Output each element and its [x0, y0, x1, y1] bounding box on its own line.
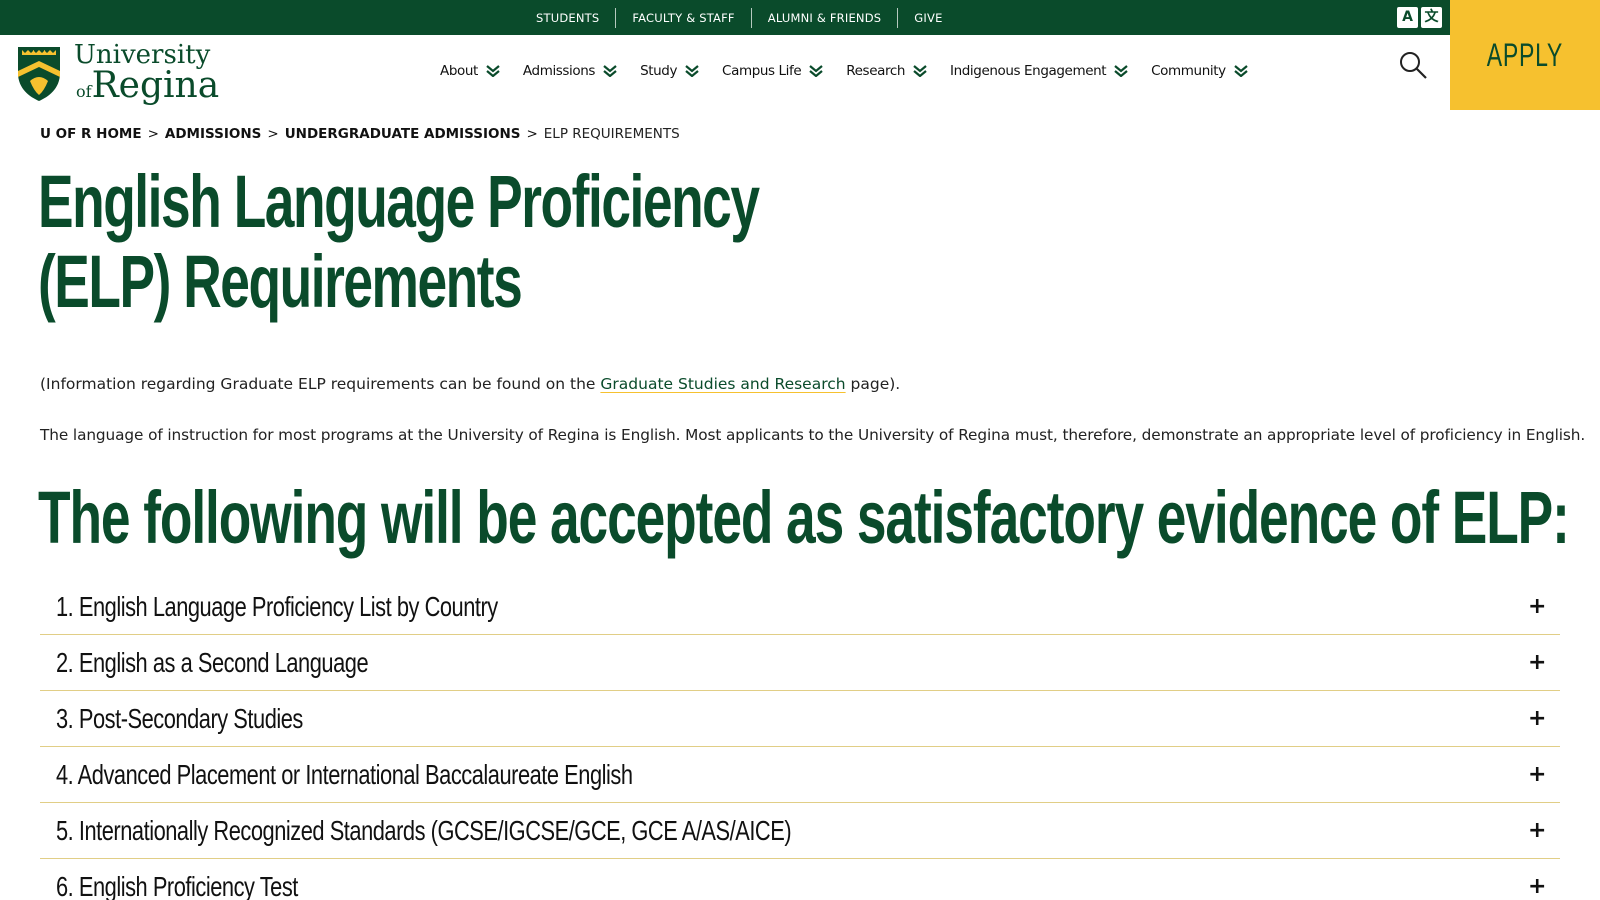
breadcrumb-home[interactable]: U OF R HOME [40, 126, 142, 142]
double-chevron-down-icon [1233, 65, 1248, 77]
plus-icon: + [1528, 650, 1547, 675]
page-title: English Language Proficiency (ELP) Requi… [38, 160, 760, 323]
translate-icon[interactable]: A文 [1397, 7, 1443, 28]
accordion-title: 3. Post-Secondary Studies [56, 702, 303, 734]
utility-link-students[interactable]: STUDENTS [528, 8, 615, 28]
accordion-title: 5. Internationally Recognized Standards … [56, 814, 792, 846]
plus-icon: + [1528, 762, 1547, 787]
breadcrumb-undergraduate-admissions[interactable]: UNDERGRADUATE ADMISSIONS [285, 126, 521, 142]
breadcrumb-admissions[interactable]: ADMISSIONS [165, 126, 261, 142]
accordion-item-ap-ib[interactable]: 4. Advanced Placement or International B… [40, 747, 1560, 803]
search-icon[interactable] [1398, 50, 1428, 80]
university-logo[interactable]: University ofRegina [16, 42, 219, 104]
apply-button[interactable]: APPLY [1450, 0, 1600, 110]
accordion-title: 6. English Proficiency Test [56, 870, 298, 900]
nav-item-about[interactable]: About [440, 63, 500, 79]
utility-bar: STUDENTS FACULTY & STAFF ALUMNI & FRIEND… [0, 0, 1600, 35]
accordion-item-esl[interactable]: 2. English as a Second Language + [40, 635, 1560, 691]
accordion-item-proficiency-test[interactable]: 6. English Proficiency Test + [40, 859, 1560, 900]
logo-wordmark: University ofRegina [74, 40, 220, 106]
nav-item-community[interactable]: Community [1151, 63, 1248, 79]
nav-item-campus-life[interactable]: Campus Life [722, 63, 823, 79]
plus-icon: + [1528, 818, 1547, 843]
plus-icon: + [1528, 594, 1547, 619]
double-chevron-down-icon [913, 65, 927, 77]
double-chevron-down-icon [603, 65, 617, 77]
lead-paragraph: The language of instruction for most pro… [40, 426, 1586, 444]
nav-item-admissions[interactable]: Admissions [523, 63, 617, 79]
utility-link-give[interactable]: GIVE [897, 7, 958, 28]
section-heading: The following will be accepted as satisf… [38, 476, 1570, 559]
utility-link-alumni-friends[interactable]: ALUMNI & FRIENDS [750, 7, 898, 28]
double-chevron-down-icon [1114, 65, 1128, 77]
apply-button-label: APPLY [1486, 36, 1564, 73]
elp-accordion: 1. English Language Proficiency List by … [40, 579, 1560, 900]
accordion-title: 1. English Language Proficiency List by … [56, 590, 498, 622]
nav-item-indigenous-engagement[interactable]: Indigenous Engagement [950, 63, 1128, 79]
main-nav: About Admissions Study Campus Life Resea… [440, 56, 1271, 86]
accordion-title: 4. Advanced Placement or International B… [56, 758, 633, 790]
intro-text: (Information regarding Graduate ELP requ… [40, 375, 901, 393]
utility-nav: STUDENTS FACULTY & STAFF ALUMNI & FRIEND… [528, 0, 959, 35]
accordion-item-international-standards[interactable]: 5. Internationally Recognized Standards … [40, 803, 1560, 859]
nav-item-research[interactable]: Research [846, 63, 927, 79]
graduate-studies-link[interactable]: Graduate Studies and Research [600, 375, 845, 393]
double-chevron-down-icon [809, 65, 823, 77]
breadcrumb-current: ELP REQUIREMENTS [543, 126, 680, 142]
breadcrumb: U OF R HOME > ADMISSIONS > UNDERGRADUATE… [40, 126, 680, 142]
utility-link-faculty-staff[interactable]: FACULTY & STAFF [615, 7, 750, 28]
double-chevron-down-icon [486, 65, 500, 77]
shield-logo-icon [18, 47, 60, 101]
accordion-title: 2. English as a Second Language [56, 646, 369, 678]
nav-item-study[interactable]: Study [640, 63, 699, 79]
accordion-item-country-list[interactable]: 1. English Language Proficiency List by … [40, 579, 1560, 635]
plus-icon: + [1528, 874, 1547, 899]
accordion-item-post-secondary[interactable]: 3. Post-Secondary Studies + [40, 691, 1560, 747]
double-chevron-down-icon [685, 65, 699, 77]
plus-icon: + [1528, 706, 1547, 731]
